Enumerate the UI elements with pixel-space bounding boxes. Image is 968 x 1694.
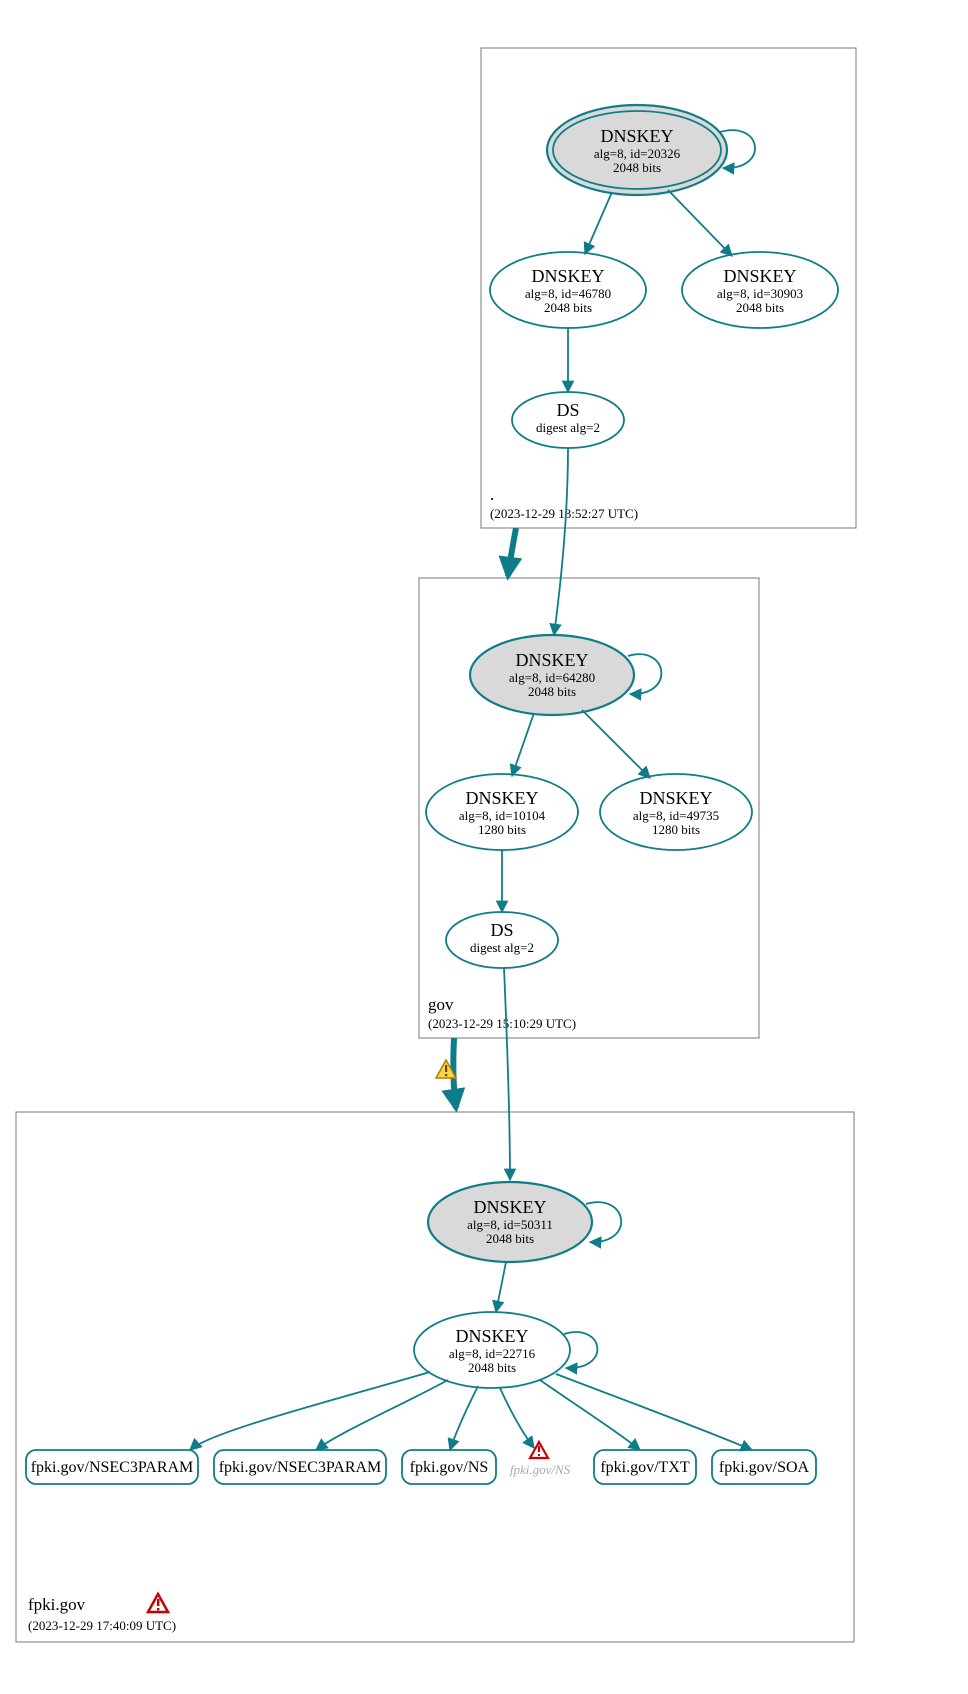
rrset-label: fpki.gov/SOA	[719, 1459, 810, 1476]
node-fpki-ksk[interactable]: DNSKEY alg=8, id=50311 2048 bits	[428, 1182, 592, 1262]
zone-name-root: .	[490, 485, 494, 504]
edge	[500, 1388, 534, 1448]
node-title: DNSKEY	[455, 1326, 528, 1346]
edge	[504, 968, 510, 1180]
node-gov-ksk[interactable]: DNSKEY alg=8, id=64280 2048 bits	[470, 635, 634, 715]
node-detail: alg=8, id=20326	[594, 146, 681, 161]
node-detail: 1280 bits	[652, 822, 700, 837]
node-title: DNSKEY	[723, 266, 796, 286]
rrset-label: fpki.gov/TXT	[600, 1459, 690, 1476]
node-root-zsk2[interactable]: DNSKEY alg=8, id=30903 2048 bits	[682, 252, 838, 328]
edge	[496, 1262, 506, 1312]
rrset-nsec3param-1[interactable]: fpki.gov/NSEC3PARAM	[26, 1450, 198, 1484]
node-detail: alg=8, id=49735	[633, 808, 719, 823]
node-title: DNSKEY	[465, 788, 538, 808]
zone-name-gov: gov	[428, 995, 454, 1014]
rrset-nsec3param-2[interactable]: fpki.gov/NSEC3PARAM	[214, 1450, 386, 1484]
node-title: DNSKEY	[515, 650, 588, 670]
node-detail: alg=8, id=46780	[525, 286, 611, 301]
edge	[554, 448, 568, 635]
node-root-zsk1[interactable]: DNSKEY alg=8, id=46780 2048 bits	[490, 252, 646, 328]
node-detail: alg=8, id=30903	[717, 286, 803, 301]
node-detail: 2048 bits	[613, 160, 661, 175]
node-detail: alg=8, id=10104	[459, 808, 546, 823]
node-detail: 2048 bits	[528, 684, 576, 699]
node-detail: alg=8, id=50311	[467, 1217, 553, 1232]
node-title: DNSKEY	[639, 788, 712, 808]
delegation-edge	[508, 528, 516, 576]
node-detail: alg=8, id=22716	[449, 1346, 536, 1361]
node-title: DS	[556, 400, 579, 420]
zone-name-fpki: fpki.gov	[28, 1595, 86, 1614]
node-fpki-zsk[interactable]: DNSKEY alg=8, id=22716 2048 bits	[414, 1312, 570, 1388]
node-title: DNSKEY	[531, 266, 604, 286]
error-icon	[530, 1442, 548, 1458]
edge	[668, 190, 732, 256]
node-gov-zsk1[interactable]: DNSKEY alg=8, id=10104 1280 bits	[426, 774, 578, 850]
node-detail: digest alg=2	[470, 940, 534, 955]
edge	[316, 1380, 448, 1450]
edge	[190, 1372, 430, 1450]
rrset-txt[interactable]: fpki.gov/TXT	[594, 1450, 696, 1484]
node-detail: 2048 bits	[468, 1360, 516, 1375]
node-detail: 2048 bits	[544, 300, 592, 315]
node-detail: 2048 bits	[736, 300, 784, 315]
edge	[585, 192, 612, 254]
node-gov-ds[interactable]: DS digest alg=2	[446, 912, 558, 968]
node-root-ksk[interactable]: DNSKEY alg=8, id=20326 2048 bits	[547, 105, 727, 195]
rrset-soa[interactable]: fpki.gov/SOA	[712, 1450, 816, 1484]
rrset-ns[interactable]: fpki.gov/NS	[402, 1450, 496, 1484]
zone-ts-gov: (2023-12-29 15:10:29 UTC)	[428, 1016, 576, 1031]
rrset-label: fpki.gov/NSEC3PARAM	[31, 1459, 194, 1476]
edge	[540, 1380, 640, 1450]
zone-ts-fpki: (2023-12-29 17:40:09 UTC)	[28, 1618, 176, 1633]
edge	[450, 1386, 478, 1450]
node-gov-zsk2[interactable]: DNSKEY alg=8, id=49735 1280 bits	[600, 774, 752, 850]
edge	[582, 710, 650, 778]
node-root-ds[interactable]: DS digest alg=2	[512, 392, 624, 448]
node-detail: alg=8, id=64280	[509, 670, 595, 685]
rrset-ns-error[interactable]: fpki.gov/NS	[510, 1442, 571, 1477]
zone-ts-root: (2023-12-29 13:52:27 UTC)	[490, 506, 638, 521]
dnssec-graph: . (2023-12-29 13:52:27 UTC) gov (2023-12…	[0, 0, 968, 1694]
error-icon	[148, 1594, 168, 1612]
node-title: DNSKEY	[473, 1197, 546, 1217]
rrset-label: fpki.gov/NSEC3PARAM	[219, 1459, 382, 1476]
rrset-label: fpki.gov/NS	[510, 1462, 571, 1477]
node-detail: 1280 bits	[478, 822, 526, 837]
zone-box-fpki	[16, 1112, 854, 1642]
node-title: DS	[490, 920, 513, 940]
node-title: DNSKEY	[600, 126, 673, 146]
node-detail: digest alg=2	[536, 420, 600, 435]
rrset-label: fpki.gov/NS	[410, 1459, 489, 1476]
node-detail: 2048 bits	[486, 1231, 534, 1246]
edge	[512, 713, 534, 776]
